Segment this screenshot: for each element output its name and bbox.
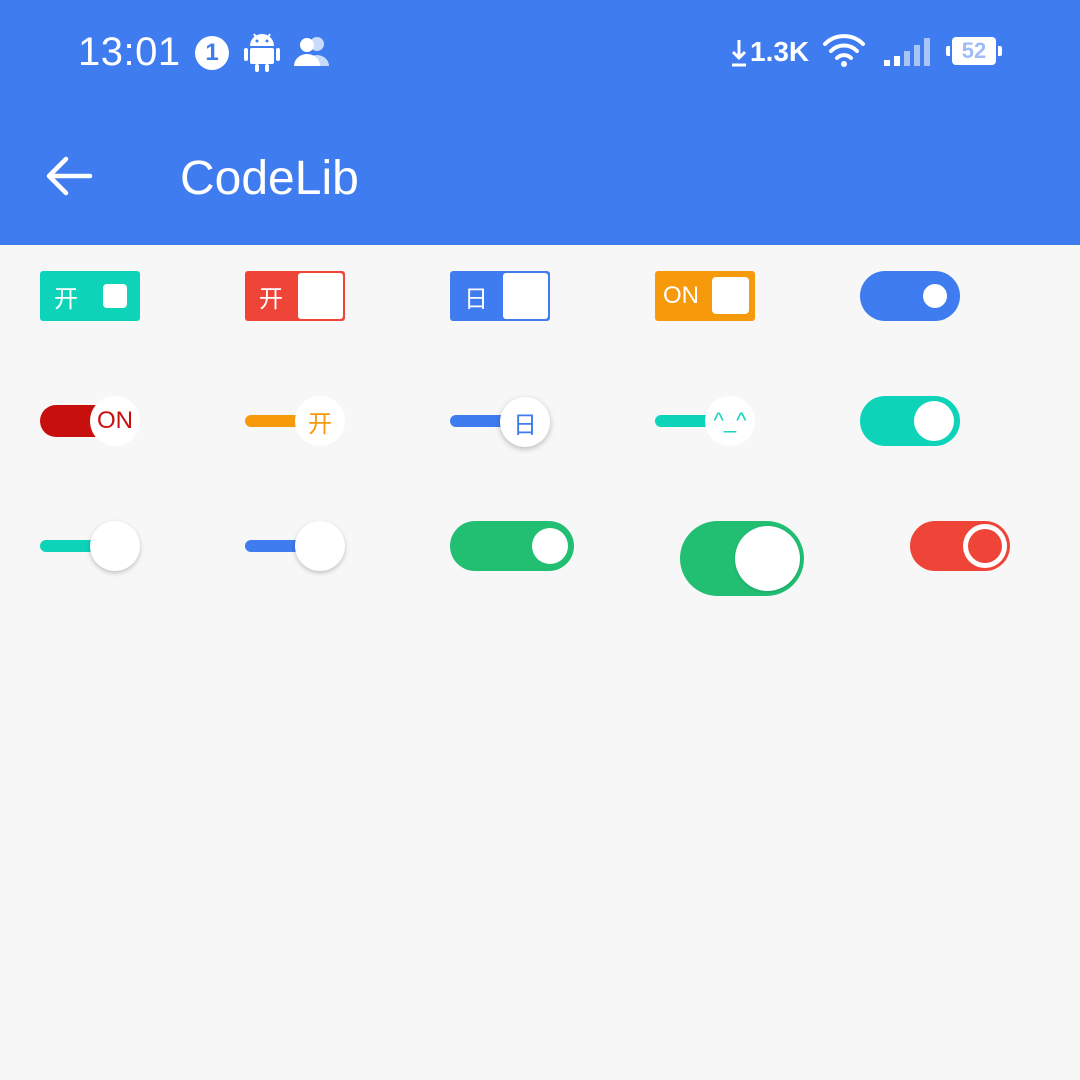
switch-knob xyxy=(914,401,954,441)
switch-green-ios[interactable] xyxy=(450,521,574,571)
arrow-back-icon xyxy=(46,156,93,196)
switch-knob xyxy=(963,524,1007,568)
people-icon xyxy=(292,36,334,71)
switch-blue-square[interactable]: 日 xyxy=(450,271,550,321)
signal-icon xyxy=(882,34,934,73)
switch-knob xyxy=(712,277,749,314)
android-icon xyxy=(244,30,280,77)
switch-knob xyxy=(532,528,568,564)
page-title: CodeLib xyxy=(180,152,359,205)
wifi-icon xyxy=(822,32,866,73)
switch-knob-label: ON xyxy=(90,396,140,446)
switch-knob-inner xyxy=(968,529,1002,563)
switch-blue-pill[interactable] xyxy=(860,271,960,321)
switch-knob xyxy=(923,284,947,308)
switch-label: ON xyxy=(663,282,699,309)
status-bar: 13:01 1 1.3K 52 xyxy=(0,0,1080,105)
notification-badge: 1 xyxy=(195,36,229,70)
switch-knob-label: 日 xyxy=(500,397,550,447)
app-bar: CodeLib xyxy=(0,105,1080,245)
switch-knob xyxy=(503,273,548,319)
switch-knob xyxy=(295,521,345,571)
switch-red-square[interactable]: 开 xyxy=(245,271,345,321)
switch-teal-square[interactable]: 开 xyxy=(40,271,140,321)
switch-orange-square[interactable]: ON xyxy=(655,271,755,321)
switch-label: 开 xyxy=(259,285,283,313)
switch-label: 日 xyxy=(464,285,488,313)
switch-red-ring[interactable] xyxy=(910,521,1010,571)
switch-orange-thin[interactable]: 开 xyxy=(245,396,345,446)
switch-green-large[interactable] xyxy=(680,521,804,596)
switch-knob-label: ^_^ xyxy=(705,396,755,446)
status-time: 13:01 xyxy=(78,30,181,74)
switch-blue-thin[interactable]: 日 xyxy=(450,396,552,448)
switch-blue-slider[interactable] xyxy=(245,521,345,573)
switch-grid: 开 开 日 ON ON 开 日 ^_^ xyxy=(0,245,1080,1080)
switch-label: 开 xyxy=(54,285,78,313)
switch-knob-label: 开 xyxy=(295,396,345,446)
switch-knob xyxy=(298,273,343,319)
switch-teal-pill[interactable] xyxy=(860,396,960,446)
switch-knob xyxy=(90,521,140,571)
switch-teal-face[interactable]: ^_^ xyxy=(655,396,755,446)
switch-darkred-on[interactable]: ON xyxy=(40,396,140,446)
switch-teal-slider[interactable] xyxy=(40,521,140,573)
switch-knob xyxy=(735,526,800,591)
battery-icon: 52 xyxy=(946,37,1002,65)
download-icon xyxy=(730,38,748,73)
net-speed: 1.3K xyxy=(750,36,810,67)
switch-knob xyxy=(103,284,127,308)
back-button[interactable] xyxy=(40,153,100,199)
